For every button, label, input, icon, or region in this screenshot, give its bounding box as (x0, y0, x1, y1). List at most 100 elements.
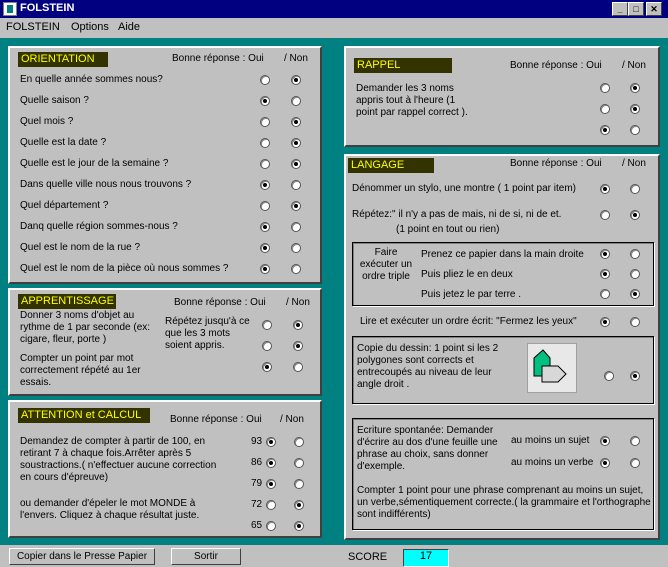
orientation-q3-non-radio[interactable] (291, 117, 301, 127)
denommer-oui-radio[interactable] (600, 184, 610, 194)
rappel-nom2-non-radio[interactable] (630, 104, 640, 114)
copie-non-radio[interactable] (630, 371, 640, 381)
calcul-93-oui-radio[interactable] (266, 437, 276, 447)
orientation-q4-non-radio[interactable] (291, 138, 301, 148)
lire-oui-radio[interactable] (600, 317, 610, 327)
rappel-nom2-oui-radio[interactable] (600, 104, 610, 114)
calcul-65-oui-radio[interactable] (266, 521, 276, 531)
close-button[interactable]: ✕ (646, 2, 662, 16)
calcul-86-oui-radio[interactable] (266, 458, 276, 468)
non-header: / Non (286, 297, 310, 308)
repetez-phrase-oui-radio[interactable] (600, 210, 610, 220)
orientation-q8-oui-radio[interactable] (260, 222, 270, 232)
triple-step1-non-radio[interactable] (630, 249, 640, 259)
calcul-value: 86 (251, 457, 263, 468)
triple-step2-oui-radio[interactable] (600, 269, 610, 279)
calcul-93-non-radio[interactable] (294, 437, 304, 447)
title-bar: FOLSTEIN _ □ ✕ (0, 0, 668, 18)
apprentissage-mot1-oui-radio[interactable] (262, 320, 272, 330)
oui-header: Bonne réponse : Oui (172, 53, 264, 64)
calcul-72-oui-radio[interactable] (266, 500, 276, 510)
score-label: SCORE (348, 551, 388, 563)
orientation-question: Dans quelle ville nous nous trouvons ? (20, 179, 192, 190)
orientation-q7-oui-radio[interactable] (260, 201, 270, 211)
orientation-question: Quelle est le jour de la semaine ? (20, 158, 169, 169)
rappel-nom1-oui-radio[interactable] (600, 83, 610, 93)
menu-folstein[interactable]: FOLSTEIN (6, 21, 60, 33)
calcul-79-oui-radio[interactable] (266, 479, 276, 489)
orientation-q6-non-radio[interactable] (291, 180, 301, 190)
copie-box: Copie du dessin: 1 point si les 2 polygo… (352, 336, 654, 404)
apprentissage-mot3-non-radio[interactable] (293, 362, 303, 372)
sortir-button[interactable]: Sortir (171, 548, 241, 565)
orientation-q8-non-radio[interactable] (291, 222, 301, 232)
copie-oui-radio[interactable] (604, 371, 614, 381)
rappel-nom3-oui-radio[interactable] (600, 125, 610, 135)
calcul-value: 65 (251, 520, 263, 531)
ecriture-sujet-non-radio[interactable] (630, 436, 640, 446)
orientation-q7-non-radio[interactable] (291, 201, 301, 211)
orientation-q1-non-radio[interactable] (291, 75, 301, 85)
menu-options[interactable]: Options (71, 21, 109, 33)
orientation-q3-oui-radio[interactable] (260, 117, 270, 127)
triple-step2-non-radio[interactable] (630, 269, 640, 279)
rappel-nom1-non-radio[interactable] (630, 83, 640, 93)
orientation-q9-non-radio[interactable] (291, 243, 301, 253)
maximize-button[interactable]: □ (628, 2, 644, 16)
orientation-q2-oui-radio[interactable] (260, 96, 270, 106)
orientation-q5-oui-radio[interactable] (260, 159, 270, 169)
apprentissage-mot3-oui-radio[interactable] (262, 362, 272, 372)
triple-step3-non-radio[interactable] (630, 289, 640, 299)
repetez-text: Répétez jusqu'à ce que les 3 mots soient… (165, 316, 250, 351)
orientation-panel: ORIENTATION Bonne réponse : Oui / Non En… (8, 46, 322, 284)
ecriture-sujet-oui-radio[interactable] (600, 436, 610, 446)
orientation-question: Quelle est la date ? (20, 137, 107, 148)
ecriture-scoring: Compter 1 point pour une phrase comprena… (357, 485, 651, 520)
epeler-instruction: ou demander d'épeler le mot MONDE à l'en… (20, 498, 200, 521)
non-header: / Non (284, 53, 308, 64)
ecriture-verbe-non-radio[interactable] (630, 458, 640, 468)
triple-step-2: Puis pliez le en deux (421, 269, 513, 280)
orientation-q1-oui-radio[interactable] (260, 75, 270, 85)
ordre-triple-label: Faire exécuter un ordre triple (359, 247, 413, 282)
apprentissage-mot2-oui-radio[interactable] (262, 341, 272, 351)
calcul-86-non-radio[interactable] (294, 458, 304, 468)
rappel-nom3-non-radio[interactable] (630, 125, 640, 135)
orientation-question: Quel est le nom de la rue ? (20, 242, 141, 253)
verbe-label: au moins un verbe (511, 457, 594, 468)
triple-step1-oui-radio[interactable] (600, 249, 610, 259)
menu-aide[interactable]: Aide (118, 21, 140, 33)
calcul-65-non-radio[interactable] (294, 521, 304, 531)
orientation-q9-oui-radio[interactable] (260, 243, 270, 253)
rappel-panel: RAPPEL Bonne réponse : Oui / Non Demande… (344, 46, 660, 147)
minimize-button[interactable]: _ (612, 2, 628, 16)
denommer-text: Dénommer un stylo, une montre ( 1 point … (352, 183, 576, 194)
orientation-q10-non-radio[interactable] (291, 264, 301, 274)
orientation-q2-non-radio[interactable] (291, 96, 301, 106)
oui-header: Bonne réponse : Oui (170, 414, 262, 425)
rappel-text: Demander les 3 noms appris tout à l'heur… (356, 83, 468, 118)
apprentissage-panel: APPRENTISSAGE Bonne réponse : Oui / Non … (8, 288, 322, 396)
orientation-q10-oui-radio[interactable] (260, 264, 270, 274)
ecriture-text: Ecriture spontanée: Demander d'écrire au… (357, 425, 498, 472)
orientation-question: Quel mois ? (20, 116, 74, 127)
app-icon[interactable] (3, 2, 17, 16)
ecriture-verbe-oui-radio[interactable] (600, 458, 610, 468)
non-header: / Non (280, 414, 304, 425)
copier-presse-papier-button[interactable]: Copier dans le Presse Papier (9, 548, 155, 565)
orientation-q5-non-radio[interactable] (291, 159, 301, 169)
triple-step3-oui-radio[interactable] (600, 289, 610, 299)
repetez-phrase-non-radio[interactable] (630, 210, 640, 220)
orientation-q6-oui-radio[interactable] (260, 180, 270, 190)
copie-text: Copie du dessin: 1 point si les 2 polygo… (357, 343, 499, 390)
calcul-79-non-radio[interactable] (294, 479, 304, 489)
menu-bar: FOLSTEIN Options Aide (0, 18, 668, 38)
orientation-q4-oui-radio[interactable] (260, 138, 270, 148)
apprentissage-label: APPRENTISSAGE (18, 294, 116, 309)
apprentissage-mot1-non-radio[interactable] (293, 320, 303, 330)
lire-non-radio[interactable] (630, 317, 640, 327)
apprentissage-mot2-non-radio[interactable] (293, 341, 303, 351)
polygones-icon (533, 349, 567, 383)
calcul-72-non-radio[interactable] (294, 500, 304, 510)
denommer-non-radio[interactable] (630, 184, 640, 194)
